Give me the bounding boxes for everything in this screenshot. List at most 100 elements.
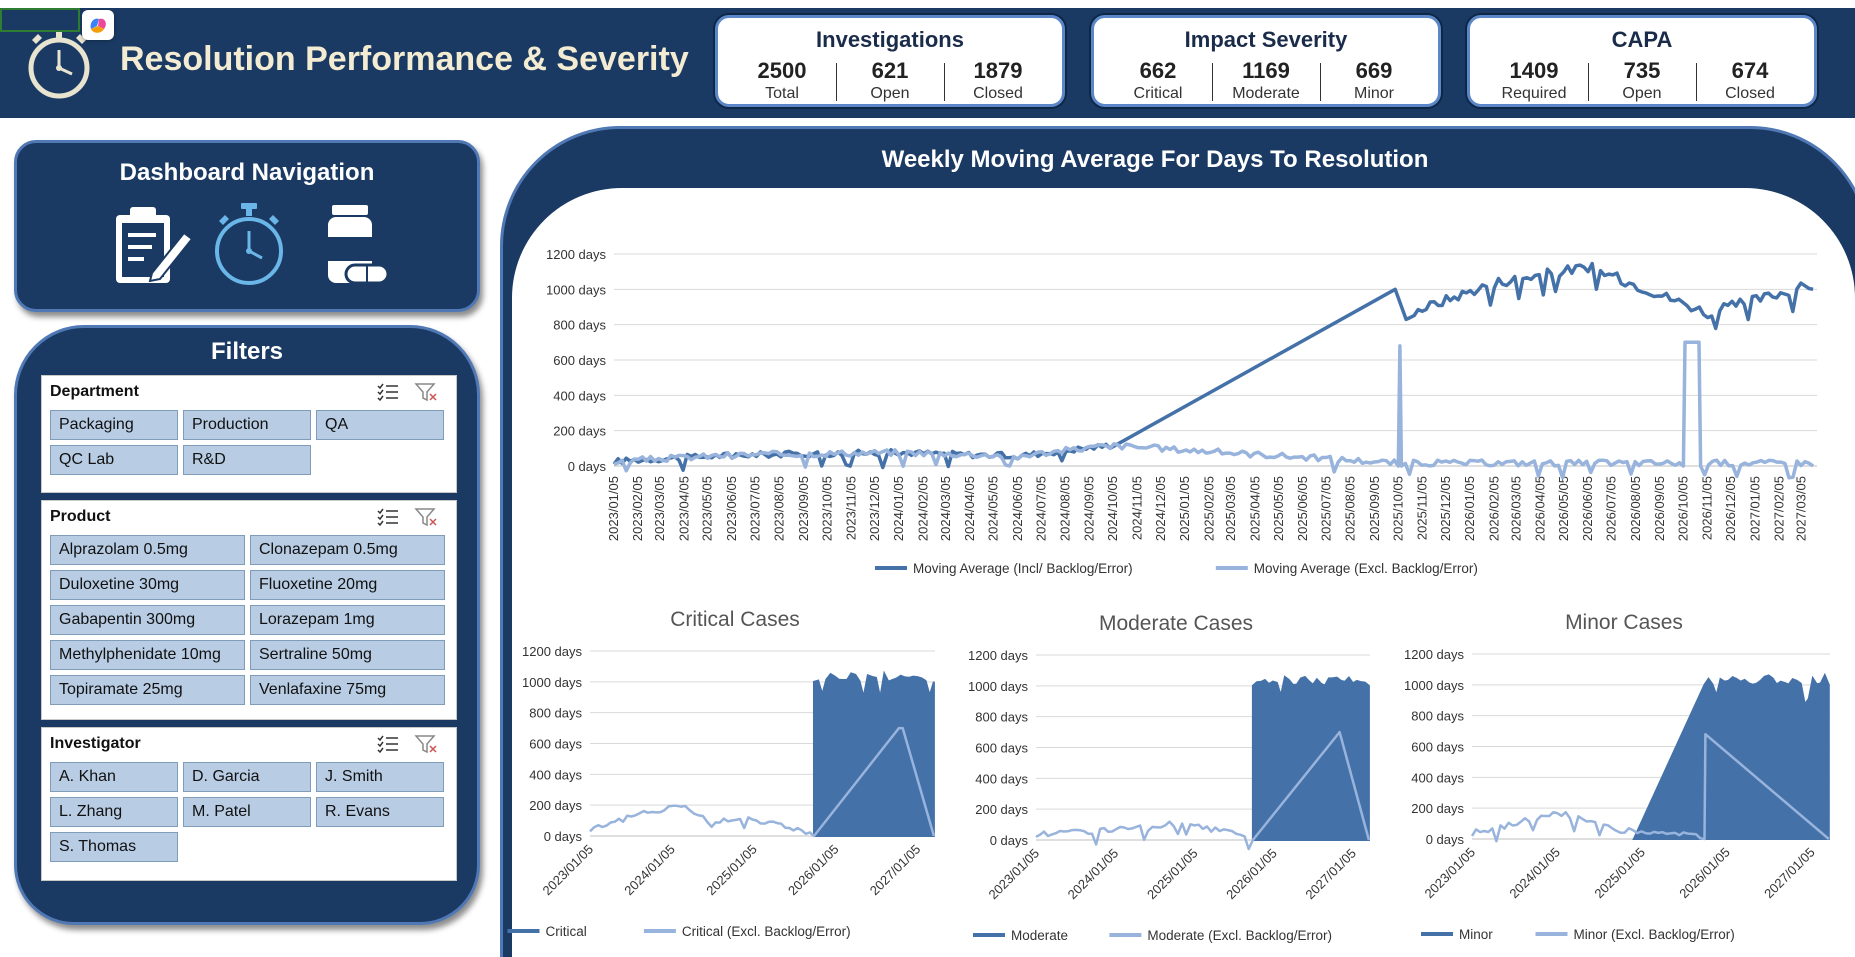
x-tick-label: 2025/08/05 [1343,476,1358,541]
y-tick-label: 200 days [1411,801,1464,816]
x-tick-label: 2025/12/05 [1438,476,1453,541]
y-tick-label: 800 days [1411,709,1464,724]
legend-label: Moderate [1011,928,1068,943]
x-tick-label: 2027/01/05 [867,842,924,899]
y-tick-label: 400 days [975,771,1028,786]
series-line-1 [613,340,1815,480]
chart-title: Moderate Cases [1099,612,1253,635]
legend-label: Critical [546,924,587,939]
legend-label: Moving Average (Incl/ Backlog/Error) [913,561,1133,576]
x-tick-label: 2023/12/05 [867,476,882,541]
x-tick-label: 2027/01/05 [1302,846,1359,903]
y-tick-label: 600 days [1411,740,1464,755]
x-tick-label: 2024/04/05 [962,476,977,541]
x-tick-label: 2023/08/05 [772,476,787,541]
x-tick-label: 2026/06/05 [1580,476,1595,541]
x-tick-label: 2025/03/05 [1223,476,1238,541]
x-tick-label: 2026/09/05 [1652,476,1667,541]
x-tick-label: 2023/01/05 [1421,845,1478,902]
chart-title: Minor Cases [1565,611,1683,634]
x-tick-label: 2026/12/05 [1723,476,1738,541]
selected-cell[interactable] [0,8,80,32]
x-tick-label: 2023/11/05 [843,476,858,540]
legend-label: Minor [1459,927,1493,942]
x-tick-label: 2024/02/05 [915,476,930,541]
x-tick-label: 2024/01/05 [1506,845,1563,902]
y-tick-label: 0 days [568,459,607,474]
y-tick-label: 0 days [544,829,583,844]
series-line-0 [612,261,1814,472]
x-tick-label: 2027/01/05 [1761,845,1818,902]
y-tick-label: 400 days [529,767,582,782]
x-tick-label: 2023/04/05 [676,476,691,541]
x-tick-label: 2024/09/05 [1082,476,1097,541]
y-tick-label: 0 days [1426,832,1465,847]
y-tick-label: 1000 days [522,675,582,690]
x-tick-label: 2025/01/05 [703,842,760,899]
y-tick-label: 800 days [553,318,606,333]
x-tick-label: 2025/01/05 [1177,476,1192,541]
x-tick-label: 2025/02/05 [1201,476,1216,541]
x-tick-label: 2025/10/05 [1390,476,1405,541]
x-tick-label: 2026/10/05 [1675,476,1690,541]
x-tick-label: 2025/04/05 [1247,476,1262,541]
x-tick-label: 2023/02/05 [630,476,645,541]
x-tick-label: 2023/05/05 [700,476,715,541]
chart-0: 0 days 200 days 400 days 600 days 800 days 10… [546,247,1817,576]
x-tick-label: 2024/07/05 [1033,476,1048,541]
y-tick-label: 1000 days [1404,678,1464,693]
x-tick-label: 2024/05/05 [986,476,1001,541]
x-tick-label: 2026/02/05 [1486,476,1501,541]
x-tick-label: 2024/08/05 [1058,476,1073,541]
chart-title: Critical Cases [670,608,800,631]
x-tick-label: 2026/04/05 [1532,476,1547,541]
x-tick-label: 2026/11/05 [1700,476,1715,540]
y-tick-label: 800 days [529,706,582,721]
legend-label: Critical (Excl. Backlog/Error) [682,924,851,939]
y-tick-label: 0 days [990,833,1029,848]
y-tick-label: 600 days [529,737,582,752]
y-tick-label: 400 days [1411,770,1464,785]
x-tick-label: 2023/07/05 [747,476,762,541]
y-tick-label: 1200 days [1404,647,1464,662]
x-tick-label: 2025/11/05 [1415,476,1430,540]
y-tick-label: 1200 days [522,644,582,659]
y-tick-label: 600 days [975,741,1028,756]
x-tick-label: 2024/10/05 [1105,476,1120,541]
series-area-0 [1251,675,1370,841]
x-tick-label: 2024/01/05 [891,476,906,541]
y-tick-label: 600 days [553,353,606,368]
x-tick-label: 2023/01/05 [985,846,1042,903]
x-tick-label: 2027/03/05 [1793,476,1808,541]
y-tick-label: 1200 days [546,247,606,262]
x-tick-label: 2026/01/05 [785,842,842,899]
y-tick-label: 400 days [553,388,606,403]
chart-1: 0 days 200 days 400 days 600 days 800 days 10… [507,608,936,939]
copilot-icon[interactable] [82,10,114,40]
x-tick-label: 2023/10/05 [819,476,834,541]
x-tick-label: 2025/07/05 [1318,476,1333,541]
x-tick-label: 2026/01/05 [1223,846,1280,903]
x-tick-label: 2024/12/05 [1153,476,1168,541]
legend-label: Moving Average (Excl. Backlog/Error) [1254,561,1478,576]
x-tick-label: 2025/06/05 [1295,476,1310,541]
x-tick-label: 2023/01/05 [606,476,621,541]
x-tick-label: 2026/01/05 [1462,476,1477,541]
x-tick-label: 2025/01/05 [1591,845,1648,902]
charts-svg: 0 days 200 days 400 days 600 days 800 days 10… [507,247,1830,943]
x-tick-label: 2025/09/05 [1367,476,1382,541]
x-tick-label: 2023/01/05 [539,842,596,899]
x-tick-label: 2026/07/05 [1604,476,1619,541]
x-tick-label: 2024/01/05 [621,842,678,899]
x-tick-label: 2026/05/05 [1556,476,1571,541]
x-tick-label: 2026/03/05 [1508,476,1523,541]
x-tick-label: 2024/01/05 [1065,846,1122,903]
chart-3: 0 days 200 days 400 days 600 days 800 days 10… [1404,611,1830,942]
legend-label: Minor (Excl. Backlog/Error) [1574,927,1735,942]
x-tick-label: 2025/01/05 [1144,846,1201,903]
y-tick-label: 1000 days [546,282,606,297]
y-tick-label: 1200 days [968,648,1028,663]
y-tick-label: 200 days [529,798,582,813]
x-tick-label: 2023/06/05 [724,476,739,541]
y-tick-label: 1000 days [968,679,1028,694]
